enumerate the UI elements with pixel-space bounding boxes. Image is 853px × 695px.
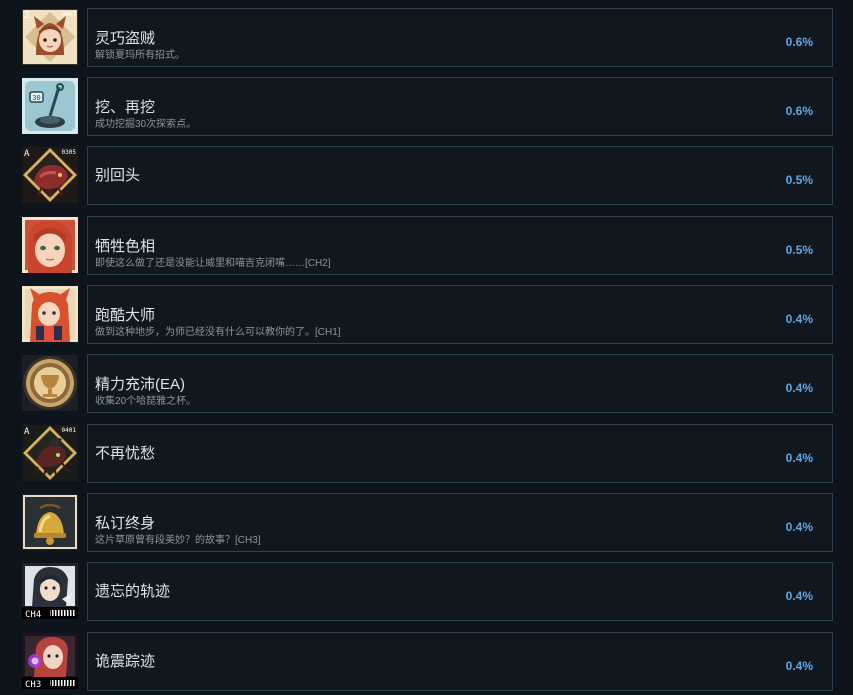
achievement-card: 遗忘的轨迹 0.4% — [87, 562, 833, 621]
achievement-row[interactable]: 精力充沛(EA) 收集20个哈琵雅之杯。 0.4% — [22, 354, 833, 413]
red-beast-icon: A 0305 — [22, 147, 78, 203]
unlock-percentage: 0.4% — [785, 451, 813, 465]
achievement-row[interactable]: CH3 诡震踪迹 0.4% — [22, 632, 833, 691]
achievement-row[interactable]: A 0401 不再忧愁 0.4% — [22, 424, 833, 483]
achievement-description: 做到这种地步，为师已经没有什么可以教你的了。[CH1] — [95, 327, 341, 338]
unlock-percentage: 0.6% — [785, 104, 813, 118]
achievement-card: 挖、再挖成功挖掘30次探索点。 0.6% — [87, 77, 833, 136]
achievement-description: 即使这么做了还是没能让威里和喵吉克闭嘴……[CH2] — [95, 258, 331, 269]
icon-counter: 30 — [32, 94, 40, 102]
achievement-description: 收集20个哈琵雅之杯。 — [95, 396, 197, 407]
unlock-percentage: 0.4% — [785, 381, 813, 395]
achievement-row[interactable]: 2 0001 灵巧盗贼解锁夏玛所有招式。 0.6% — [22, 8, 833, 67]
achievement-title: 跑酷大师 — [95, 307, 156, 324]
icon-corner-tr: 0305 — [62, 149, 77, 156]
achievement-row[interactable]: A 0305 别回头 0.5% — [22, 146, 833, 205]
achievement-card: 跑酷大师做到这种地步，为师已经没有什么可以教你的了。[CH1] 0.4% — [87, 285, 833, 344]
unlock-percentage: 0.4% — [785, 659, 813, 673]
achievement-description: 解锁夏玛所有招式。 — [95, 50, 185, 61]
achievement-row[interactable]: 牺牲色相即使这么做了还是没能让威里和喵吉克闭嘴……[CH2] 0.5% — [22, 216, 833, 275]
achievement-row[interactable]: CH4 遗忘的轨迹 0.4% — [22, 562, 833, 621]
achievement-card: 诡震踪迹 0.4% — [87, 632, 833, 691]
icon-corner-tr: 0401 — [62, 427, 77, 434]
achievement-card: 别回头 0.5% — [87, 146, 833, 205]
icon-corner-tr: 0001 — [62, 11, 77, 18]
achievement-description: 这片草原曾有段美妙？的故事？[CH3] — [95, 535, 261, 546]
icon-corner-tl: A — [24, 149, 30, 159]
dark-spider-beast-icon: A 0401 — [22, 425, 78, 481]
achievement-row[interactable]: 30 挖、再挖成功挖掘30次探索点。 0.6% — [22, 77, 833, 136]
achievement-card: 牺牲色相即使这么做了还是没能让威里和喵吉克闭嘴……[CH2] 0.5% — [87, 216, 833, 275]
unlock-percentage: 0.4% — [785, 589, 813, 603]
shovel-dig-icon: 30 — [22, 78, 78, 134]
achievement-title: 遗忘的轨迹 — [95, 583, 171, 600]
achievement-title: 挖、再挖 — [95, 99, 156, 116]
achievement-title: 别回头 — [95, 167, 141, 184]
achievement-title: 诡震踪迹 — [95, 653, 156, 670]
parkour-fox-girl-icon — [22, 286, 78, 342]
unlock-percentage: 0.6% — [785, 35, 813, 49]
achievement-title: 精力充沛(EA) — [95, 376, 186, 393]
achievement-card: 灵巧盗贼解锁夏玛所有招式。 0.6% — [87, 8, 833, 67]
achievement-card: 不再忧愁 0.4% — [87, 424, 833, 483]
achievement-row[interactable]: 私订终身这片草原曾有段美妙？的故事？[CH3] 0.4% — [22, 493, 833, 552]
unlock-percentage: 0.4% — [785, 520, 813, 534]
achievement-title: 灵巧盗贼 — [95, 30, 156, 47]
achievement-description: 成功挖掘30次探索点。 — [95, 119, 197, 130]
fox-girl-thief-icon: 2 0001 — [22, 9, 78, 65]
unlock-percentage: 0.5% — [785, 243, 813, 257]
dark-haired-girl-icon: CH4 — [22, 563, 78, 619]
achievement-title: 不再忧愁 — [95, 445, 156, 462]
achievement-row[interactable]: 跑酷大师做到这种地步，为师已经没有什么可以教你的了。[CH1] 0.4% — [22, 285, 833, 344]
icon-chapter-badge: CH3 — [25, 680, 41, 689]
redhead-girl-portrait-icon — [22, 217, 78, 273]
icon-corner-tl: A — [24, 427, 30, 437]
purple-orb-girl-icon: CH3 — [22, 633, 78, 689]
achievement-card: 私订终身这片草原曾有段美妙？的故事？[CH3] 0.4% — [87, 493, 833, 552]
icon-corner-tl: 2 — [24, 11, 29, 21]
unlock-percentage: 0.4% — [785, 312, 813, 326]
achievement-title: 牺牲色相 — [95, 238, 156, 255]
golden-bell-icon — [22, 494, 78, 550]
golden-cup-medallion-icon — [22, 355, 78, 411]
achievement-list: 2 0001 灵巧盗贼解锁夏玛所有招式。 0.6% 30 挖、再挖成功挖掘30次探索点。… — [0, 0, 853, 695]
achievement-title: 私订终身 — [95, 515, 156, 532]
unlock-percentage: 0.5% — [785, 173, 813, 187]
icon-chapter-badge: CH4 — [25, 610, 41, 619]
achievement-card: 精力充沛(EA) 收集20个哈琵雅之杯。 0.4% — [87, 354, 833, 413]
